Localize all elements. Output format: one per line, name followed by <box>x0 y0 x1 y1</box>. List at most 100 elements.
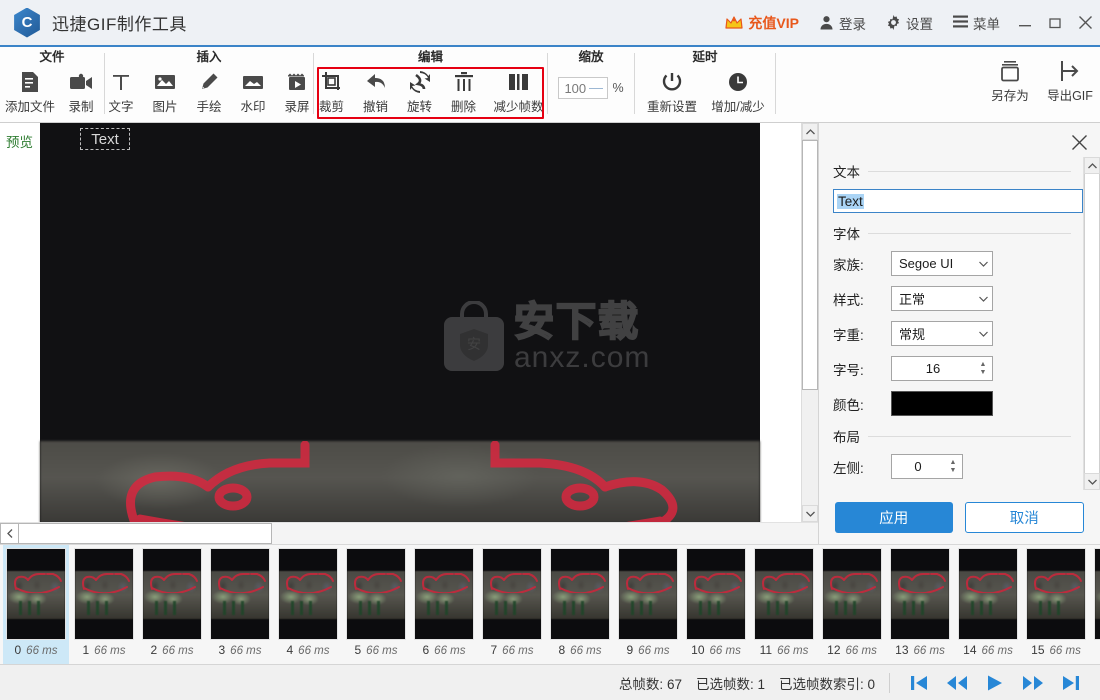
filmstrip-frame[interactable]: 8 66 ms <box>547 545 613 664</box>
filmstrip-frame[interactable]: 1666 ms <box>1091 545 1100 664</box>
adjust-delay-button[interactable]: 增加/减少 <box>705 67 771 115</box>
undo-button[interactable]: 撤销 <box>354 67 398 115</box>
stepper-arrows-icon[interactable]: ▲ ▼ <box>974 361 992 376</box>
preview-canvas[interactable]: 安 安下载 anxz.com Text <box>0 123 818 522</box>
panel-vertical-scrollbar[interactable] <box>1083 157 1100 490</box>
panel-scroll-up-icon[interactable] <box>1084 157 1100 174</box>
frame-filmstrip[interactable]: 0 66 ms 1 66 ms 2 66 ms 3 66 ms 4 66 ms 5 66 ms 6 66 … <box>0 544 1100 664</box>
frame-thumbnail[interactable] <box>482 548 542 640</box>
frame-thumbnail[interactable] <box>890 548 950 640</box>
filmstrip-frame[interactable]: 7 66 ms <box>479 545 545 664</box>
insert-text-button[interactable]: 文字 <box>99 67 143 115</box>
frame-thumbnail[interactable] <box>822 548 882 640</box>
filmstrip-frame[interactable]: 0 66 ms <box>3 545 69 664</box>
first-frame-button[interactable] <box>900 665 938 700</box>
filmstrip-frame[interactable]: 1 66 ms <box>71 545 137 664</box>
font-weight-select[interactable]: 常规 <box>891 321 993 346</box>
last-frame-button[interactable] <box>1052 665 1090 700</box>
menu-button[interactable]: 菜单 <box>943 0 1010 45</box>
vip-button[interactable]: 充值VIP <box>715 0 809 45</box>
rotate-button[interactable]: 旋转 <box>398 67 442 115</box>
frame-thumbnail[interactable] <box>346 548 406 640</box>
filmstrip-frame[interactable]: 13 66 ms <box>887 545 953 664</box>
frame-thumbnail[interactable] <box>142 548 202 640</box>
watermark-button[interactable]: 水印 <box>231 67 275 115</box>
insert-text-label: 文字 <box>108 100 134 114</box>
frame-thumbnail[interactable] <box>278 548 338 640</box>
frame-thumbnail[interactable] <box>686 548 746 640</box>
freehand-draw-button[interactable]: 手绘 <box>187 67 231 115</box>
add-file-button[interactable]: 添加文件 <box>1 67 59 115</box>
close-button[interactable] <box>1070 0 1100 46</box>
zoom-input[interactable]: 100 <box>558 77 609 99</box>
font-size-stepper[interactable]: 16 ▲ ▼ <box>891 356 993 381</box>
filmstrip-frame[interactable]: 15 66 ms <box>1023 545 1089 664</box>
play-button[interactable] <box>976 665 1014 700</box>
save-as-button[interactable]: 另存为 <box>980 47 1040 122</box>
stepper-arrows-icon-2[interactable]: ▲ ▼ <box>944 459 962 474</box>
frame-thumbnail[interactable] <box>1094 548 1100 640</box>
insert-image-button[interactable]: 图片 <box>143 67 187 115</box>
filmstrip-frame[interactable]: 10 66 ms <box>683 545 749 664</box>
filmstrip-frame[interactable]: 5 66 ms <box>343 545 409 664</box>
frame-thumbnail[interactable] <box>754 548 814 640</box>
stepper-up-icon-2[interactable]: ▲ <box>950 459 957 466</box>
text-value-input[interactable]: Text <box>833 189 1083 213</box>
vip-label: 充值VIP <box>748 14 799 31</box>
forward-button[interactable] <box>1014 665 1052 700</box>
filmstrip-frame[interactable]: 2 66 ms <box>139 545 205 664</box>
zoom-control[interactable]: 100 % <box>558 77 624 99</box>
scroll-up-arrow-icon[interactable] <box>802 123 818 140</box>
preview-vscroll-thumb[interactable] <box>802 140 818 390</box>
preview-horizontal-scrollbar[interactable] <box>0 522 818 544</box>
layout-left-stepper[interactable]: 0 ▲ ▼ <box>891 454 963 479</box>
stepper-up-icon[interactable]: ▲ <box>980 361 987 368</box>
font-style-row: 样式: 正常 <box>833 286 1071 311</box>
login-button[interactable]: 登录 <box>809 0 876 45</box>
frame-thumbnail[interactable] <box>74 548 134 640</box>
ribbon-group-delay: 延时 重新设置 增加/减少 <box>635 47 775 122</box>
filmstrip-frame[interactable]: 12 66 ms <box>819 545 885 664</box>
font-color-swatch[interactable] <box>891 391 993 416</box>
frame-thumbnail[interactable] <box>618 548 678 640</box>
frame-thumbnail[interactable] <box>210 548 270 640</box>
scroll-left-arrow-icon[interactable] <box>0 523 18 544</box>
cancel-button[interactable]: 取消 <box>964 501 1084 533</box>
export-gif-button[interactable]: 导出GIF <box>1040 47 1100 122</box>
filmstrip-frame[interactable]: 11 66 ms <box>751 545 817 664</box>
layout-left-row: 左侧: 0 ▲ ▼ <box>833 454 1071 479</box>
frame-thumbnail[interactable] <box>6 548 66 640</box>
frame-thumbnail[interactable] <box>958 548 1018 640</box>
rewind-button[interactable] <box>938 665 976 700</box>
reduce-frames-button[interactable]: 减少帧数 <box>486 67 552 115</box>
text-overlay-handle[interactable]: Text <box>80 128 130 150</box>
preview-hscroll-thumb[interactable] <box>18 523 272 544</box>
record-button[interactable]: 录制 <box>59 67 103 115</box>
stepper-down-icon-2[interactable]: ▼ <box>950 467 957 474</box>
frame-thumbnail[interactable] <box>550 548 610 640</box>
layout-left-label: 左侧: <box>833 460 864 476</box>
reset-delay-button[interactable]: 重新设置 <box>639 67 705 115</box>
filmstrip-frame[interactable]: 6 66 ms <box>411 545 477 664</box>
font-style-select[interactable]: 正常 <box>891 286 993 311</box>
stepper-down-icon[interactable]: ▼ <box>980 369 987 376</box>
crop-button[interactable]: 裁剪 <box>310 67 354 115</box>
frame-thumbnail[interactable] <box>1026 548 1086 640</box>
filmstrip-frame[interactable]: 9 66 ms <box>615 545 681 664</box>
filmstrip-frame[interactable]: 4 66 ms <box>275 545 341 664</box>
filmstrip-frame[interactable]: 3 66 ms <box>207 545 273 664</box>
delete-button[interactable]: 删除 <box>442 67 486 115</box>
frame-thumbnail[interactable] <box>414 548 474 640</box>
panel-scroll-down-icon[interactable] <box>1084 473 1100 490</box>
preview-vertical-scrollbar[interactable] <box>801 123 818 522</box>
panel-vscroll-thumb[interactable] <box>1084 174 1100 473</box>
frame-duration: 66 ms <box>434 645 466 657</box>
font-family-select[interactable]: Segoe UI <box>891 251 993 276</box>
apply-button[interactable]: 应用 <box>835 501 953 533</box>
settings-button[interactable]: 设置 <box>876 0 943 45</box>
maximize-button[interactable] <box>1040 0 1070 46</box>
scroll-down-arrow-icon[interactable] <box>802 505 818 522</box>
filmstrip-frame[interactable]: 14 66 ms <box>955 545 1021 664</box>
minimize-button[interactable] <box>1010 0 1040 46</box>
preview-vscroll-track[interactable] <box>802 390 818 505</box>
